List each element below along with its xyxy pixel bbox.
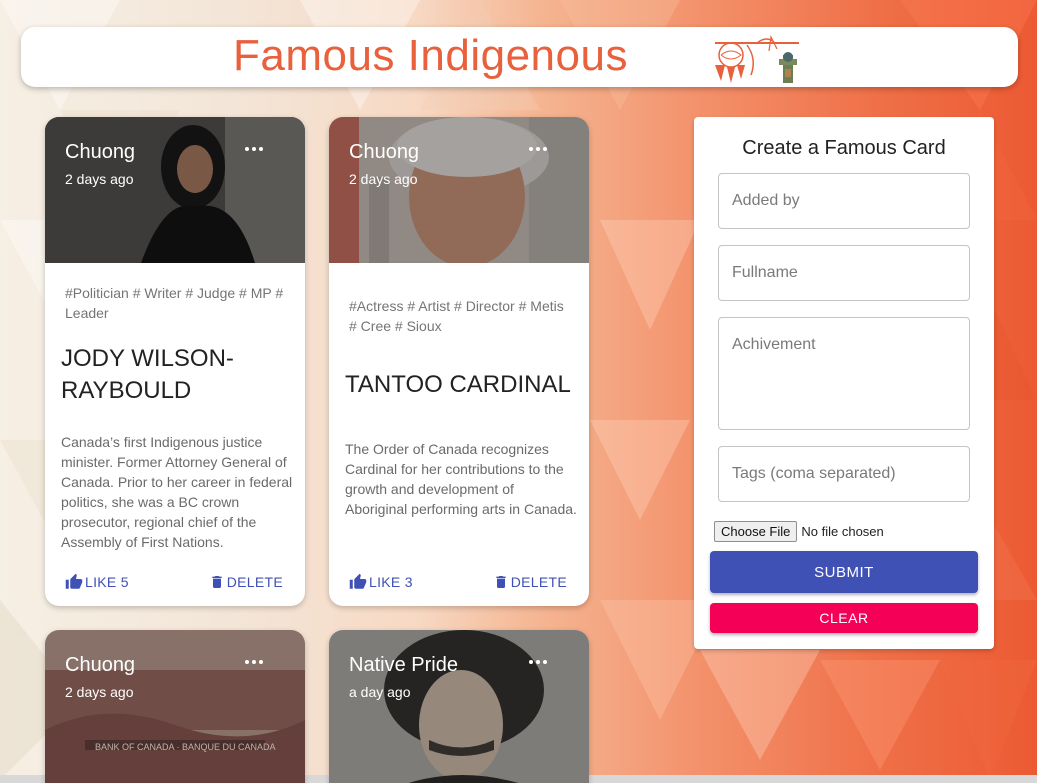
card-name: JODY WILSON-RAYBOULD (61, 345, 234, 404)
like-button[interactable]: LIKE 3 (349, 571, 413, 593)
card-description: The Order of Canada recognizes Cardinal … (345, 441, 577, 517)
card-tags: #Actress # Artist # Director # Metis # C… (349, 298, 564, 334)
fullname-field[interactable] (718, 245, 970, 301)
more-horiz-icon[interactable] (529, 654, 549, 670)
delete-button[interactable]: DELETE (209, 571, 283, 593)
clear-button[interactable]: CLEAR (710, 603, 978, 633)
card-author: Native Pride (349, 654, 458, 676)
card-tags: #Politician # Writer # Judge # MP # Lead… (65, 285, 284, 321)
dreamcatcher-icon (715, 35, 799, 83)
card-name: TANTOO CARDINAL (345, 371, 571, 398)
delete-label: DELETE (226, 574, 283, 590)
like-button[interactable]: LIKE 5 (65, 571, 129, 593)
card-image: BANK OF CANADA · BANQUE DU CANADA Chuong… (45, 630, 305, 783)
card-image: Native Pride a day ago (329, 630, 589, 783)
app-title: Famous Indigenous (233, 31, 628, 80)
totem-icon (779, 52, 797, 83)
submit-button[interactable]: SUBMIT (710, 551, 978, 593)
thumb-up-icon (65, 573, 83, 589)
famous-card: Native Pride a day ago (329, 630, 589, 783)
choose-file-button[interactable]: Choose File (714, 520, 798, 542)
card-author: Chuong (65, 654, 136, 676)
file-input: Choose File No file chosen (714, 520, 884, 542)
delete-label: DELETE (510, 574, 567, 590)
file-status: No file chosen (801, 523, 884, 539)
card-author: Chuong (349, 141, 420, 163)
app-header: Famous Indigenous (21, 27, 1018, 87)
more-horiz-icon[interactable] (245, 654, 265, 670)
famous-card: Chuong 2 days ago #Politician # Writer #… (45, 117, 305, 606)
card-description: Canada’s first Indigenous justice minist… (61, 434, 293, 550)
more-horiz-icon[interactable] (245, 141, 265, 157)
trash-icon (496, 576, 506, 588)
thumb-up-icon (349, 573, 367, 589)
trash-icon (212, 576, 222, 588)
card-image: Chuong 2 days ago (45, 117, 305, 263)
form-title: Create a Famous Card (742, 137, 946, 159)
card-timestamp: 2 days ago (65, 171, 134, 187)
card-timestamp: 2 days ago (65, 684, 134, 700)
like-label: LIKE 3 (369, 574, 413, 590)
card-timestamp: a day ago (349, 684, 411, 700)
like-label: LIKE 5 (85, 574, 129, 590)
delete-button[interactable]: DELETE (493, 571, 567, 593)
create-card-form: Create a Famous Card Choose File No file… (694, 117, 994, 649)
card-timestamp: 2 days ago (349, 171, 418, 187)
tags-field[interactable] (718, 446, 970, 502)
card-author: Chuong (65, 141, 136, 163)
card-image: Chuong 2 days ago (329, 117, 589, 263)
famous-card: BANK OF CANADA · BANQUE DU CANADA Chuong… (45, 630, 305, 783)
famous-card: Chuong 2 days ago #Actress # Artist # Di… (329, 117, 589, 606)
added-by-field[interactable] (718, 173, 970, 229)
achievement-field[interactable] (718, 317, 970, 430)
more-horiz-icon[interactable] (529, 141, 549, 157)
